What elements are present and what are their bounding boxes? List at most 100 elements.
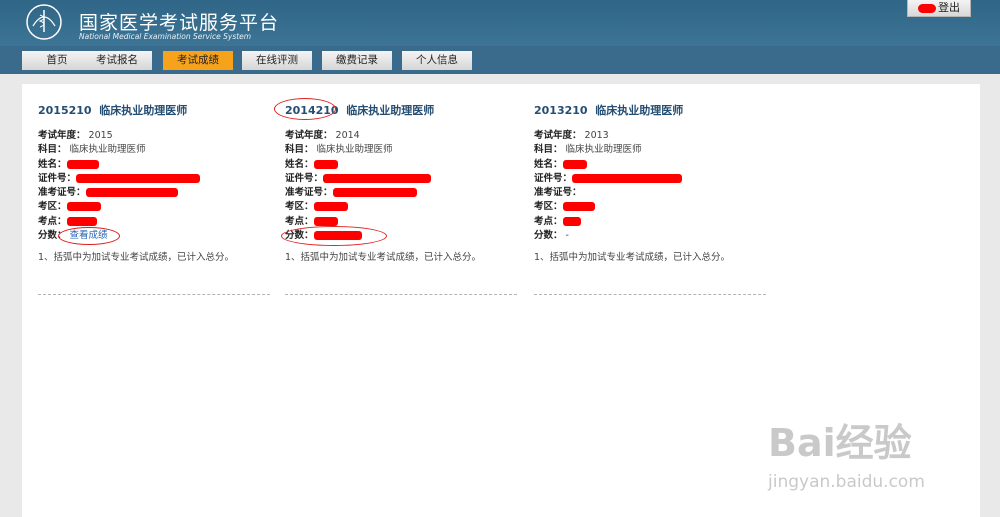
year-value: 2014 bbox=[335, 130, 360, 141]
subject-value: 临床执业助理医师 bbox=[69, 144, 146, 156]
subject-value: 临床执业助理医师 bbox=[316, 144, 393, 156]
redaction-mark bbox=[332, 188, 417, 198]
site-row: 考点： bbox=[534, 215, 774, 229]
year-label: 考试年度： bbox=[534, 130, 582, 141]
redaction-mark bbox=[572, 173, 683, 183]
subject-row: 科目： 临床执业助理医师 bbox=[534, 143, 774, 157]
exam-title: 临床执业助理医师 bbox=[595, 104, 684, 117]
id-row: 证件号： bbox=[285, 172, 525, 186]
redaction-mark bbox=[918, 3, 936, 13]
admission-label: 准考证号： bbox=[285, 187, 333, 199]
site-subtitle: National Medical Examination Service Sys… bbox=[79, 32, 252, 41]
id-label: 证件号： bbox=[38, 172, 77, 184]
nav-exam-scores[interactable]: 考试成绩 bbox=[163, 51, 233, 70]
region-row: 考区： bbox=[534, 200, 774, 214]
annotation-circle bbox=[281, 226, 387, 247]
subject-row: 科目： 临床执业助理医师 bbox=[285, 143, 525, 157]
exam-code: 2015210 bbox=[38, 104, 92, 117]
region-row: 考区： bbox=[38, 200, 278, 214]
site-title: 国家医学考试服务平台 bbox=[79, 12, 280, 34]
score-row: 分数： bbox=[281, 226, 525, 247]
exam-card: 2014210 临床执业助理医师 考试年度： 2014 科目： 临床执业助理医师… bbox=[274, 98, 525, 264]
score-value: - bbox=[565, 230, 569, 242]
redaction-mark bbox=[66, 159, 99, 169]
nav-payment-records[interactable]: 缴费记录 bbox=[322, 51, 392, 70]
year-row: 考试年度： 2014 bbox=[285, 129, 525, 143]
region-label: 考区： bbox=[38, 201, 67, 213]
site-label: 考点： bbox=[285, 215, 314, 227]
annotation-circle bbox=[274, 98, 336, 120]
id-row: 证件号： bbox=[534, 172, 774, 186]
id-row: 证件号： bbox=[38, 172, 278, 186]
medical-emblem-icon bbox=[26, 4, 62, 40]
score-row: 分数： 查看成绩 bbox=[38, 227, 278, 246]
redaction-mark bbox=[313, 216, 338, 226]
subject-label: 科目： bbox=[38, 144, 67, 156]
exam-code: 2013210 bbox=[534, 104, 588, 117]
year-row: 考试年度： 2015 bbox=[38, 129, 278, 143]
redaction-mark bbox=[76, 173, 201, 183]
redaction-mark bbox=[313, 202, 348, 212]
score-label: 分数： bbox=[534, 230, 563, 242]
redaction-mark bbox=[313, 159, 338, 169]
redaction-mark bbox=[562, 159, 587, 169]
nav-personal-info[interactable]: 个人信息 bbox=[402, 51, 472, 70]
score-note: 1、括弧中为加试专业考试成绩，已计入总分。 bbox=[534, 252, 731, 264]
score-note: 1、括弧中为加试专业考试成绩，已计入总分。 bbox=[38, 252, 235, 264]
redaction-mark bbox=[85, 188, 178, 198]
logout-button[interactable]: 登出 bbox=[907, 0, 971, 17]
admission-label: 准考证号： bbox=[534, 187, 582, 199]
subject-label: 科目： bbox=[534, 144, 563, 156]
logout-label: 登出 bbox=[938, 1, 960, 14]
exam-heading: 2015210 临床执业助理医师 bbox=[38, 102, 278, 118]
score-note: 1、括弧中为加试专业考试成绩，已计入总分。 bbox=[285, 252, 482, 264]
card-divider bbox=[38, 294, 270, 295]
annotation-circle bbox=[58, 227, 120, 246]
year-value: 2013 bbox=[584, 130, 609, 141]
subject-label: 科目： bbox=[285, 144, 314, 156]
site-header: 国家医学考试服务平台 National Medical Examination … bbox=[0, 0, 1000, 46]
card-divider bbox=[285, 294, 517, 295]
nav-online-assessment[interactable]: 在线评测 bbox=[242, 51, 312, 70]
region-label: 考区： bbox=[534, 201, 563, 213]
year-label: 考试年度： bbox=[38, 130, 86, 141]
admission-row: 准考证号： bbox=[38, 186, 278, 200]
redaction-mark bbox=[66, 202, 101, 212]
id-label: 证件号： bbox=[534, 172, 573, 184]
subject-row: 科目： 临床执业助理医师 bbox=[38, 143, 278, 157]
exam-heading: 2014210 临床执业助理医师 bbox=[274, 98, 525, 120]
baidu-watermark: Bai经验 bbox=[768, 421, 912, 465]
redaction-mark bbox=[562, 202, 595, 212]
exam-title: 临床执业助理医师 bbox=[346, 104, 435, 117]
score-row: 分数： - bbox=[534, 229, 774, 243]
name-row: 姓名： bbox=[38, 158, 278, 172]
region-label: 考区： bbox=[285, 201, 314, 213]
name-row: 姓名： bbox=[285, 158, 525, 172]
main-nav: 首页 考试报名 考试成绩 在线评测 缴费记录 个人信息 bbox=[0, 46, 1000, 74]
exam-heading: 2013210 临床执业助理医师 bbox=[534, 102, 774, 118]
baidu-watermark-url: jingyan.baidu.com bbox=[768, 472, 925, 492]
admission-label: 准考证号： bbox=[38, 187, 86, 199]
exam-title: 临床执业助理医师 bbox=[99, 104, 188, 117]
year-row: 考试年度： 2013 bbox=[534, 129, 774, 143]
id-label: 证件号： bbox=[285, 172, 324, 184]
year-value: 2015 bbox=[88, 130, 113, 141]
name-label: 姓名： bbox=[534, 158, 563, 170]
subject-value: 临床执业助理医师 bbox=[565, 144, 642, 156]
exam-card: 2015210 临床执业助理医师 考试年度： 2015 科目： 临床执业助理医师… bbox=[38, 102, 278, 263]
name-row: 姓名： bbox=[534, 158, 774, 172]
nav-exam-registration[interactable]: 考试报名 bbox=[82, 51, 152, 70]
redaction-mark bbox=[66, 216, 97, 226]
card-divider bbox=[534, 294, 766, 295]
site-row: 考点： bbox=[38, 215, 278, 229]
region-row: 考区： bbox=[285, 200, 525, 214]
exam-card: 2013210 临床执业助理医师 考试年度： 2013 科目： 临床执业助理医师… bbox=[534, 102, 774, 263]
admission-row: 准考证号： bbox=[285, 186, 525, 200]
site-label: 考点： bbox=[534, 215, 563, 227]
site-label: 考点： bbox=[38, 215, 67, 227]
admission-row: 准考证号： bbox=[534, 186, 774, 200]
name-label: 姓名： bbox=[38, 158, 67, 170]
year-label: 考试年度： bbox=[285, 130, 333, 141]
redaction-mark bbox=[323, 173, 432, 183]
name-label: 姓名： bbox=[285, 158, 314, 170]
